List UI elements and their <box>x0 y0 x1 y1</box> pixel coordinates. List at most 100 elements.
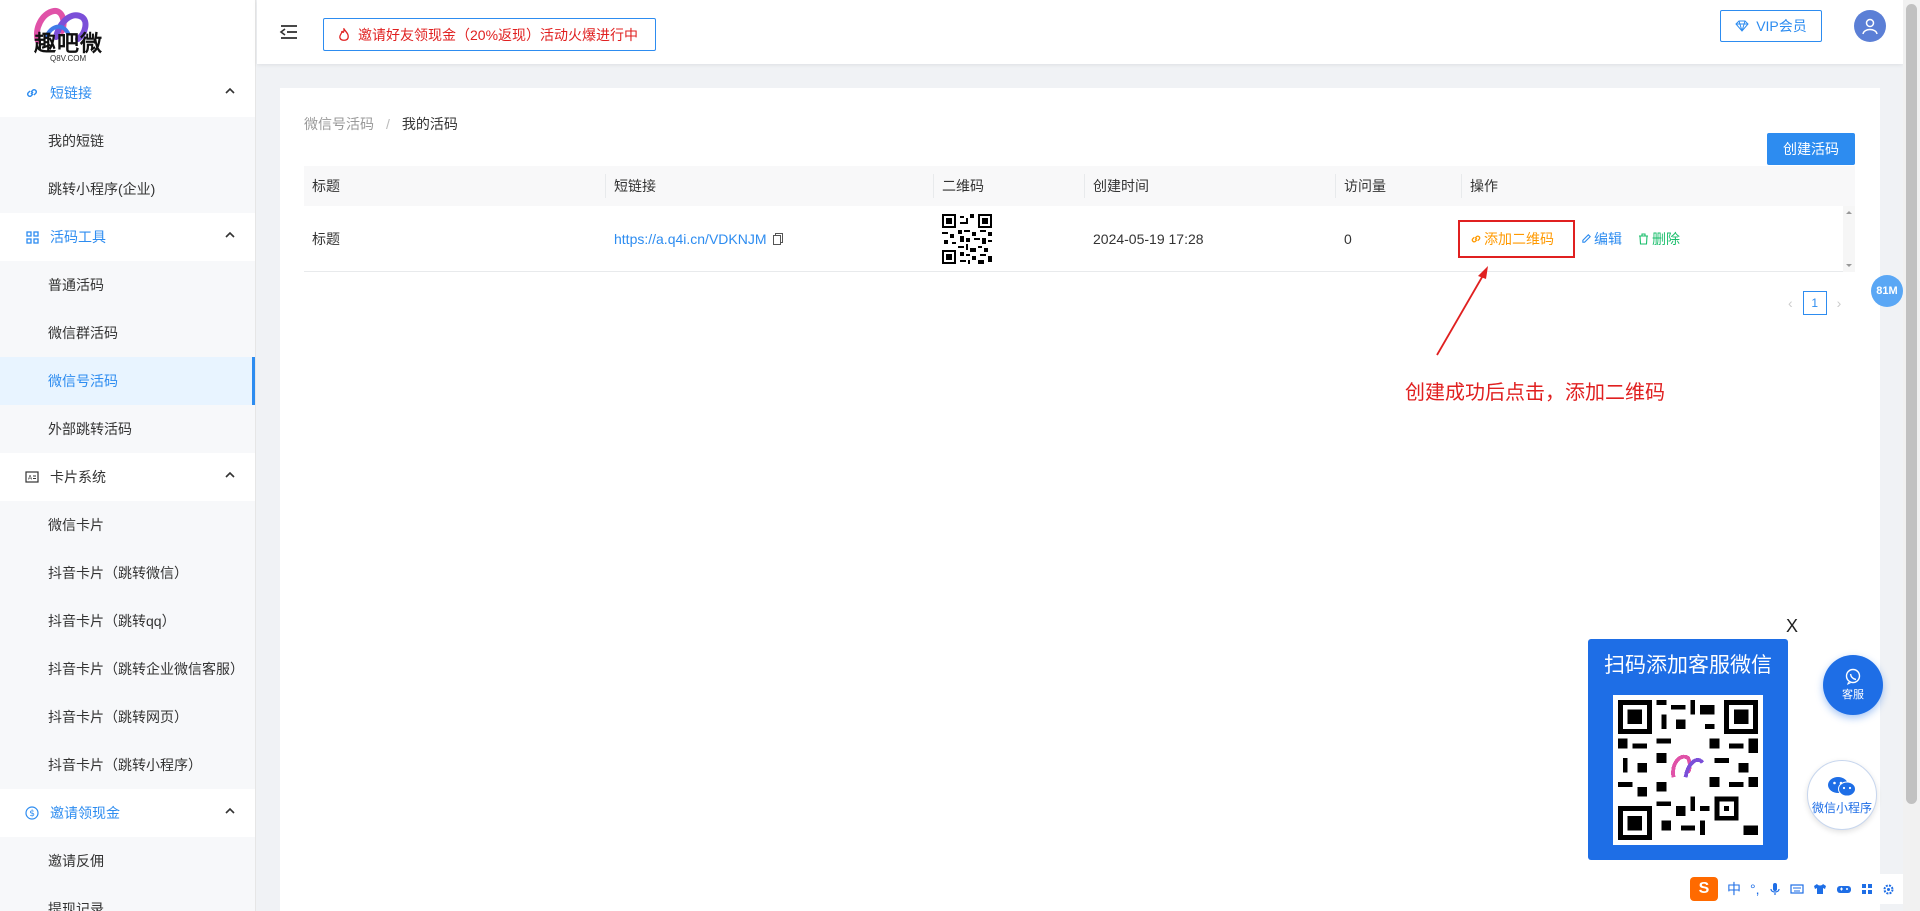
ime-punctuation[interactable]: °, <box>1750 881 1760 897</box>
sidebar-item-wechat-group-code[interactable]: 微信群活码 <box>0 309 255 357</box>
grid-icon <box>24 229 40 245</box>
promo-banner[interactable]: 邀请好友领现金（20%返现）活动火爆进行中 <box>323 18 656 51</box>
scroll-down-icon <box>1846 264 1852 267</box>
menu-group-label: 活码工具 <box>50 229 106 245</box>
settings-icon[interactable] <box>1882 883 1895 896</box>
close-popup-button[interactable]: X <box>1782 616 1802 636</box>
sidebar-item-my-links[interactable]: 我的短链 <box>0 117 255 165</box>
row-title: 标题 <box>312 230 340 247</box>
column-header: 创建时间 <box>1085 174 1336 198</box>
svg-text:A: A <box>28 475 33 482</box>
mini-program-label: 微信小程序 <box>1811 800 1872 815</box>
sidebar-item-normal-code[interactable]: 普通活码 <box>0 261 255 309</box>
trash-icon <box>1639 232 1648 245</box>
topbar: 邀请好友领现金（20%返现）活动火爆进行中 VIP会员 <box>257 0 1903 64</box>
service-label: 客服 <box>1842 689 1864 701</box>
breadcrumb-parent[interactable]: 微信号活码 <box>304 116 374 132</box>
breadcrumb-separator: / <box>386 116 390 132</box>
sidebar-item-external-jump-code[interactable]: 外部跳转活码 <box>0 405 255 453</box>
sidebar-item-invite-rebate[interactable]: 邀请反佣 <box>0 837 255 885</box>
sidebar-item-douyin-web[interactable]: 抖音卡片（跳转网页） <box>0 693 255 741</box>
edit-label: 编辑 <box>1594 230 1622 247</box>
sidebar-item-douyin-miniprogram[interactable]: 抖音卡片（跳转小程序） <box>0 741 255 789</box>
customer-service-popup: 扫码添加客服微信 <box>1588 639 1788 860</box>
dollar-icon: $ <box>24 805 40 821</box>
column-header: 操作 <box>1470 178 1498 194</box>
qr-code-icon <box>1618 700 1758 840</box>
fire-icon <box>339 27 349 41</box>
user-icon <box>1862 18 1878 35</box>
wechat-miniprogram-button[interactable]: 微信小程序 <box>1807 760 1877 830</box>
brand-sub: Q8V.COM <box>50 54 87 63</box>
ime-language[interactable]: 中 <box>1727 879 1741 899</box>
create-code-button[interactable]: 创建活码 <box>1767 133 1855 165</box>
menu-group-card-system[interactable]: A 卡片系统 <box>0 453 255 501</box>
gamepad-icon[interactable] <box>1836 883 1852 895</box>
promo-text: 邀请好友领现金（20%返现）活动火爆进行中 <box>358 26 639 43</box>
microphone-icon[interactable] <box>1769 882 1781 896</box>
keyboard-icon[interactable] <box>1789 883 1804 895</box>
table-scrollbar[interactable] <box>1843 206 1855 272</box>
chevron-up-icon <box>225 471 235 478</box>
next-page-icon[interactable]: › <box>1837 295 1842 311</box>
customer-service-button[interactable]: 客服 <box>1823 655 1883 715</box>
avatar[interactable] <box>1854 10 1886 42</box>
ime-toolbar: S 中 °, <box>1686 874 1920 904</box>
memory-badge[interactable]: 81M <box>1871 275 1903 307</box>
qr-code-icon[interactable] <box>942 213 992 264</box>
page-number[interactable]: 1 <box>1802 291 1827 315</box>
row-created-time: 2024-05-19 17:28 <box>1093 230 1204 247</box>
menu-group-invite-cash[interactable]: $ 邀请领现金 <box>0 789 255 837</box>
scroll-up-icon <box>1846 211 1852 214</box>
column-header: 二维码 <box>934 174 1085 198</box>
short-link[interactable]: https://a.q4i.cn/VDKNJM <box>614 231 767 247</box>
menu-group-live-code[interactable]: 活码工具 <box>0 213 255 261</box>
sidebar-item-miniprogram-jump[interactable]: 跳转小程序(企业) <box>0 165 255 213</box>
copy-icon[interactable] <box>772 232 783 245</box>
logo[interactable]: 趣吧微 Q8V.COM <box>0 0 255 69</box>
pagination: ‹ 1 › <box>1788 291 1841 315</box>
sidebar-item-douyin-wecom[interactable]: 抖音卡片（跳转企业微信客服） <box>0 645 255 693</box>
vip-button[interactable]: VIP会员 <box>1720 10 1822 42</box>
chevron-up-icon <box>225 87 235 94</box>
column-header: 短链接 <box>606 174 934 198</box>
sidebar-item-wechat-account-code[interactable]: 微信号活码 <box>0 357 255 405</box>
sidebar-item-withdraw-records[interactable]: 提现记录 <box>0 885 255 911</box>
grid-menu-icon[interactable] <box>1861 883 1873 895</box>
chevron-up-icon <box>225 231 235 238</box>
row-visits: 0 <box>1344 230 1352 247</box>
edit-icon <box>1582 234 1591 243</box>
edit-button[interactable]: 编辑 <box>1581 229 1622 249</box>
shirt-icon[interactable] <box>1813 883 1827 895</box>
sidebar: 趣吧微 Q8V.COM 短链接 我的短链 跳转小程序(企业) 活码工具 普通活码… <box>0 0 256 911</box>
column-header: 访问量 <box>1336 174 1462 198</box>
wechat-icon <box>1828 776 1856 796</box>
sidebar-item-douyin-qq[interactable]: 抖音卡片（跳转qq） <box>0 597 255 645</box>
codes-table: 标题 短链接 二维码 创建时间 访问量 操作 标题 https://a.q4i.… <box>304 166 1855 272</box>
sidebar-item-wechat-card[interactable]: 微信卡片 <box>0 501 255 549</box>
page-scrollbar[interactable] <box>1903 0 1920 911</box>
chat-icon <box>1845 668 1861 685</box>
table-header: 标题 短链接 二维码 创建时间 访问量 操作 <box>304 166 1855 206</box>
breadcrumb-current: 我的活码 <box>401 116 458 132</box>
add-qr-label: 添加二维码 <box>1484 230 1554 247</box>
scrollbar-thumb[interactable] <box>1906 4 1917 804</box>
menu-group-short-link[interactable]: 短链接 <box>0 69 255 117</box>
add-qr-button[interactable]: 添加二维码 <box>1458 219 1575 258</box>
delete-button[interactable]: 删除 <box>1638 229 1680 249</box>
svg-text:$: $ <box>29 809 35 819</box>
sogou-logo-icon[interactable]: S <box>1690 877 1718 901</box>
card-icon: A <box>24 469 40 485</box>
menu-group-label: 短链接 <box>50 85 92 101</box>
menu-group-label: 邀请领现金 <box>50 805 120 821</box>
row-qr-cell <box>934 206 1085 271</box>
diamond-icon <box>1735 20 1749 32</box>
row-short-link-cell: https://a.q4i.cn/VDKNJM <box>606 206 934 271</box>
delete-label: 删除 <box>1652 230 1680 247</box>
sidebar-item-douyin-wechat[interactable]: 抖音卡片（跳转微信） <box>0 549 255 597</box>
chevron-up-icon <box>225 807 235 814</box>
cs-qr-code <box>1613 695 1763 845</box>
menu-collapse-icon[interactable] <box>279 23 299 41</box>
menu-group-label: 卡片系统 <box>50 469 106 485</box>
prev-page-icon[interactable]: ‹ <box>1788 295 1793 311</box>
